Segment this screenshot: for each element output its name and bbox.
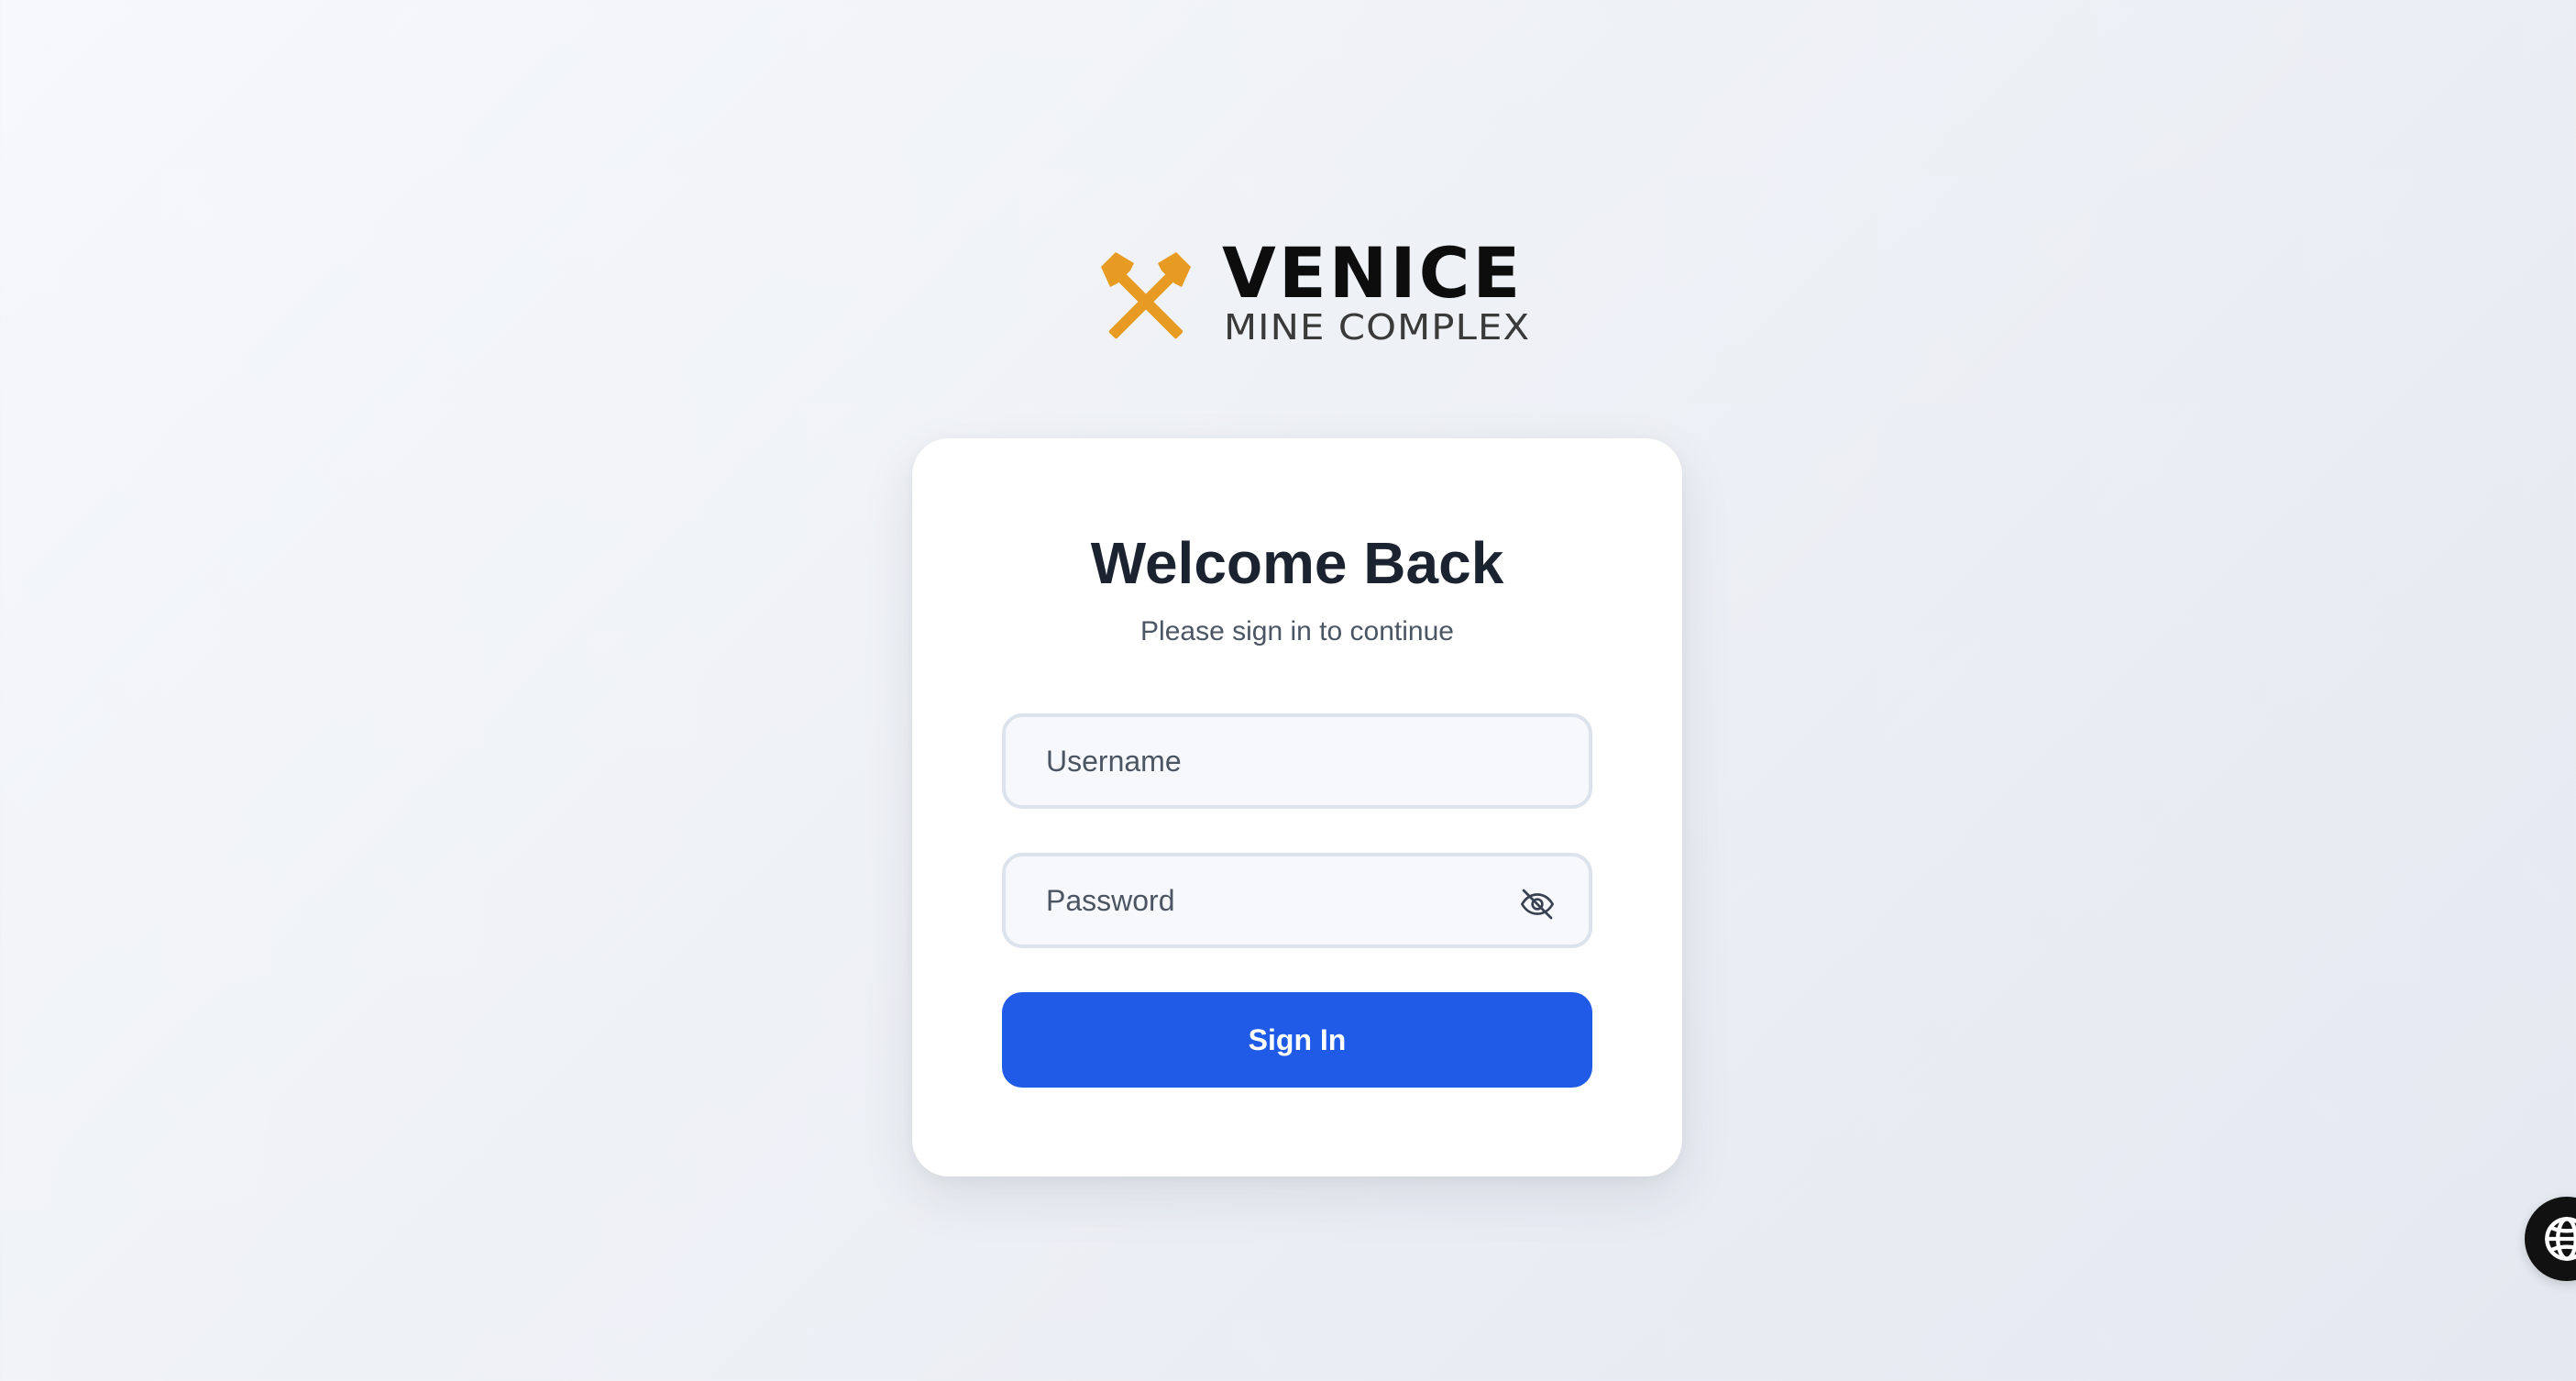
brand-name: VENICE <box>1222 232 1524 314</box>
brand-logo: VENICE MINE COMPLEX <box>1095 238 1529 351</box>
username-input[interactable] <box>1046 717 1504 805</box>
crossed-hammers-icon <box>1101 252 1191 339</box>
username-field-wrapper <box>1002 713 1592 809</box>
floating-widget-button[interactable] <box>2525 1197 2576 1281</box>
password-field-wrapper <box>1002 853 1592 948</box>
brand-tagline: MINE COMPLEX <box>1224 307 1531 348</box>
globe-icon <box>2545 1217 2576 1261</box>
page-title: Welcome Back <box>1090 530 1504 596</box>
sign-in-button[interactable]: Sign In <box>1002 992 1592 1088</box>
password-input[interactable] <box>1046 856 1504 945</box>
eye-off-icon[interactable] <box>1519 886 1556 923</box>
login-card: Welcome Back Please sign in to continue … <box>912 438 1682 1177</box>
page-subtitle: Please sign in to continue <box>1140 616 1454 646</box>
